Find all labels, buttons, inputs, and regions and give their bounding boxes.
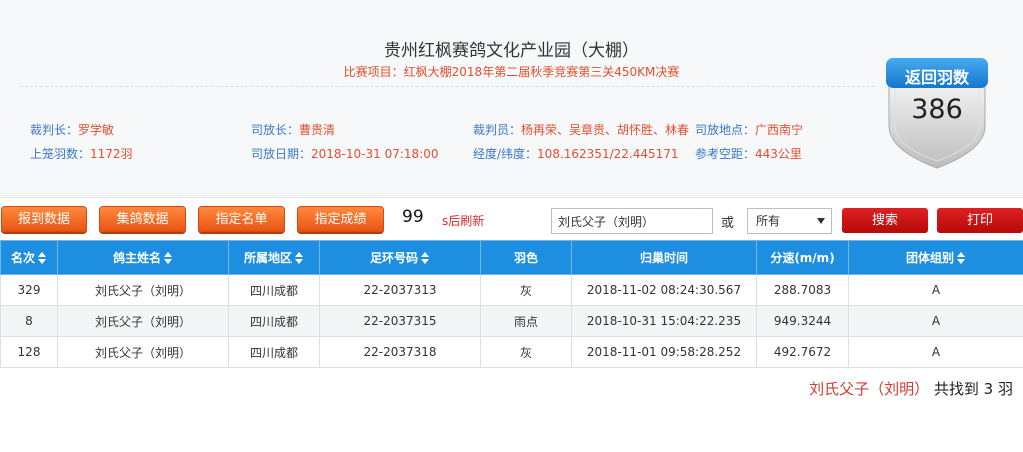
table-row: 329 刘氏父子（刘明） 四川成都 22-2037313 灰 2018-11-0… — [0, 274, 1023, 306]
cell-group: A — [848, 305, 1023, 337]
sort-icon — [38, 252, 47, 265]
table-header-row: 名次 鸽主姓名 所属地区 足环号码 羽色 归巢时间 分速(m/m) 团体组别 — [0, 240, 1023, 275]
cell-rank: 128 — [0, 336, 58, 368]
cell-region: 四川成都 — [228, 274, 320, 306]
col-ring-header[interactable]: 足环号码 — [319, 240, 481, 275]
col-owner-header[interactable]: 鸽主姓名 — [57, 240, 229, 275]
release-chief: 司放长：曹贵清 — [251, 123, 336, 137]
col-rank-header[interactable]: 名次 — [0, 240, 58, 275]
cell-arrival: 2018-11-02 08:24:30.567 — [571, 274, 757, 306]
cell-rank: 329 — [0, 274, 58, 306]
table-row: 8 刘氏父子（刘明） 四川成都 22-2037315 雨点 2018-10-31… — [0, 305, 1023, 337]
results-table: 名次 鸽主姓名 所属地区 足环号码 羽色 归巢时间 分速(m/m) 团体组别 3… — [0, 240, 1023, 368]
search-button[interactable]: 搜索 — [842, 208, 928, 233]
cell-owner: 刘氏父子（刘明） — [57, 274, 229, 306]
divider — [20, 86, 875, 87]
badge-count: 386 — [911, 94, 963, 125]
chevron-down-icon — [817, 218, 825, 224]
cell-group: A — [848, 336, 1023, 368]
filter-select[interactable]: 所有 — [747, 208, 832, 234]
cell-color: 雨点 — [480, 305, 572, 337]
returned-count-badge: 返回羽数 386 — [883, 54, 991, 172]
cell-speed: 492.7672 — [756, 336, 849, 368]
cell-color: 灰 — [480, 274, 572, 306]
release-place: 司放地点：广西南宁 — [695, 123, 804, 137]
sort-icon — [295, 252, 304, 265]
race-subtitle: 比赛项目：红枫大棚2018年第二届秋季竞赛第三关450KM决赛 — [343, 65, 680, 79]
result-summary: 刘氏父子（刘明） 共找到 3 羽 — [809, 378, 1013, 399]
cell-color: 灰 — [480, 336, 572, 368]
report-data-button[interactable]: 报到数据 — [1, 206, 87, 232]
print-button[interactable]: 打印 — [937, 208, 1023, 233]
release-date: 司放日期：2018-10-31 07:18:00 — [251, 147, 439, 161]
refresh-label: s后刷新 — [442, 214, 485, 228]
or-label: 或 — [721, 216, 735, 231]
race-title: 贵州红枫赛鸽文化产业园（大棚） — [384, 41, 639, 61]
referees: 裁判员：杨再荣、吴章贵、胡怀胜、林春 — [473, 123, 690, 137]
sort-icon — [957, 252, 966, 265]
cell-group: A — [848, 274, 1023, 306]
sort-icon — [164, 252, 173, 265]
cell-owner: 刘氏父子（刘明） — [57, 336, 229, 368]
refresh-countdown: 99 — [402, 207, 424, 227]
cell-arrival: 2018-11-01 09:58:28.252 — [571, 336, 757, 368]
result-count-text: 共找到 3 羽 — [929, 380, 1013, 398]
cell-ring: 22-2037318 — [319, 336, 481, 368]
collect-data-button[interactable]: 集鸽数据 — [99, 206, 186, 232]
col-color-header: 羽色 — [480, 240, 572, 275]
cell-speed: 949.3244 — [756, 305, 849, 337]
col-arrival-header: 归巢时间 — [571, 240, 757, 275]
col-speed-header: 分速(m/m) — [756, 240, 849, 275]
cell-arrival: 2018-10-31 15:04:22.235 — [571, 305, 757, 337]
cell-ring: 22-2037313 — [319, 274, 481, 306]
cell-ring: 22-2037315 — [319, 305, 481, 337]
sort-icon — [421, 252, 430, 265]
cell-owner: 刘氏父子（刘明） — [57, 305, 229, 337]
badge-label: 返回羽数 — [904, 68, 969, 87]
named-list-button[interactable]: 指定名单 — [198, 206, 285, 232]
reference-distance: 参考空距：443公里 — [695, 147, 802, 161]
filter-select-value: 所有 — [756, 214, 781, 228]
table-row: 128 刘氏父子（刘明） 四川成都 22-2037318 灰 2018-11-0… — [0, 336, 1023, 368]
chief-referee: 裁判长：罗学敏 — [30, 123, 115, 137]
race-info-panel: 贵州红枫赛鸽文化产业园（大棚） 比赛项目：红枫大棚2018年第二届秋季竞赛第三关… — [0, 0, 1023, 198]
search-input[interactable] — [551, 208, 713, 234]
cell-region: 四川成都 — [228, 305, 320, 337]
cell-region: 四川成都 — [228, 336, 320, 368]
coordinates: 经度/纬度：108.162351/22.445171 — [473, 147, 679, 161]
cell-rank: 8 — [0, 305, 58, 337]
cell-speed: 288.7083 — [756, 274, 849, 306]
result-owner-name: 刘氏父子（刘明） — [809, 380, 930, 398]
col-group-header[interactable]: 团体组别 — [848, 240, 1023, 275]
col-region-header[interactable]: 所属地区 — [228, 240, 320, 275]
caged-count: 上笼羽数：1172羽 — [30, 147, 133, 161]
named-results-button[interactable]: 指定成绩 — [297, 206, 384, 232]
